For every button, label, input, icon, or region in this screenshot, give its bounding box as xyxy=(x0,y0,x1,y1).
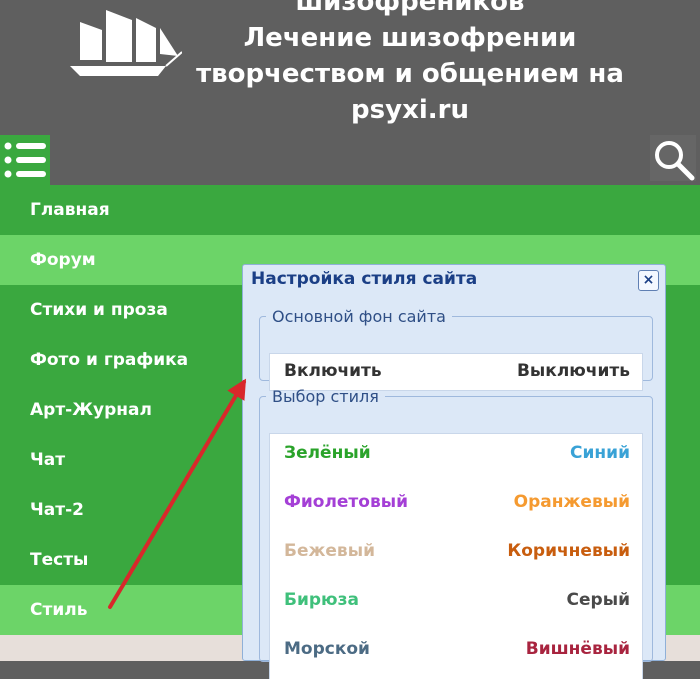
menu-icon xyxy=(4,142,46,178)
style-option-beige[interactable]: Бежевый xyxy=(284,541,375,561)
style-option-marine[interactable]: Морской xyxy=(284,639,370,659)
search-button[interactable] xyxy=(650,135,696,181)
enable-background-button[interactable]: Включить xyxy=(284,361,382,381)
style-option-green[interactable]: Зелёный xyxy=(284,443,371,463)
sailing-ship-logo xyxy=(70,10,182,76)
style-section: Выбор стиля Зелёный Синий Фиолетовый Ора… xyxy=(259,387,653,679)
site-title-line: творчеством и общением на xyxy=(196,59,624,89)
background-section-title: Основной фон сайта xyxy=(272,307,446,326)
site-title-line: psyxi.ru xyxy=(351,95,469,125)
nav-item-home[interactable]: Главная xyxy=(0,185,700,235)
style-options-box: Зелёный Синий Фиолетовый Оранжевый Бежев… xyxy=(269,433,643,679)
style-option-orange[interactable]: Оранжевый xyxy=(514,492,630,512)
style-option-turquoise[interactable]: Бирюза xyxy=(284,590,359,610)
background-toggle-box: Включить Выключить xyxy=(269,353,643,391)
search-icon xyxy=(655,141,695,181)
dialog-title: Настройка стиля сайта xyxy=(251,269,478,289)
site-title-line: шизофреников xyxy=(295,0,525,17)
site-title: шизофреников Лечение шизофрении творчест… xyxy=(175,0,645,128)
style-option-brown[interactable]: Коричневый xyxy=(507,541,630,561)
site-title-line: Лечение шизофрении xyxy=(243,23,577,53)
style-option-gray[interactable]: Серый xyxy=(567,590,630,610)
background-section: Основной фон сайта Включить Выключить xyxy=(259,307,653,391)
site-header: шизофреников Лечение шизофрении творчест… xyxy=(0,0,700,185)
style-section-title: Выбор стиля xyxy=(272,387,379,406)
style-option-blue[interactable]: Синий xyxy=(570,443,630,463)
menu-button[interactable] xyxy=(0,135,50,185)
close-button[interactable]: × xyxy=(638,270,659,291)
disable-background-button[interactable]: Выключить xyxy=(517,361,630,381)
style-option-cherry[interactable]: Вишнёвый xyxy=(526,639,630,659)
style-settings-dialog: Настройка стиля сайта × Основной фон сай… xyxy=(242,264,666,679)
style-option-purple[interactable]: Фиолетовый xyxy=(284,492,408,512)
